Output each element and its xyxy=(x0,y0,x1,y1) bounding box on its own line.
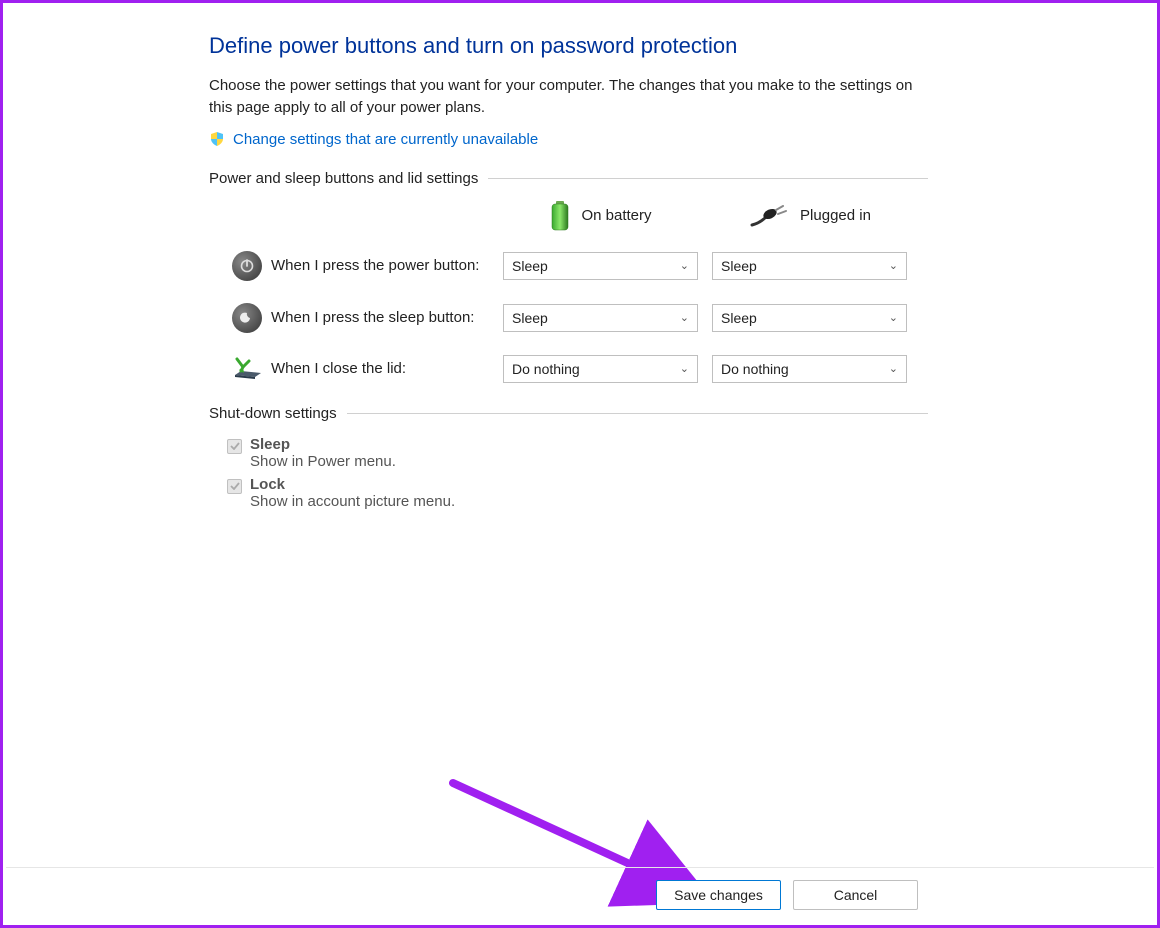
chevron-down-icon: ⌄ xyxy=(889,362,898,375)
select-value: Sleep xyxy=(721,310,757,326)
shutdown-sleep-desc: Show in Power menu. xyxy=(250,453,396,470)
plug-icon xyxy=(750,205,788,227)
select-value: Do nothing xyxy=(512,361,580,377)
chevron-down-icon: ⌄ xyxy=(680,311,689,324)
change-unavailable-settings-link[interactable]: Change settings that are currently unava… xyxy=(233,131,538,148)
divider xyxy=(488,178,928,179)
sleep-button-icon xyxy=(223,303,271,333)
page-description: Choose the power settings that you want … xyxy=(209,75,928,119)
column-plugged: Plugged in xyxy=(713,205,908,227)
battery-icon xyxy=(551,201,569,231)
sleep-button-label: When I press the sleep button: xyxy=(271,309,503,326)
row-power-button: When I press the power button: Sleep ⌄ S… xyxy=(209,251,928,281)
admin-link-row: Change settings that are currently unava… xyxy=(209,131,928,148)
row-close-lid: When I close the lid: Do nothing ⌄ Do no… xyxy=(209,355,928,383)
sleep-button-plugged-select[interactable]: Sleep ⌄ xyxy=(712,304,907,332)
close-lid-icon xyxy=(223,357,271,381)
chevron-down-icon: ⌄ xyxy=(889,259,898,272)
column-battery-label: On battery xyxy=(581,207,651,224)
sleep-button-battery-select[interactable]: Sleep ⌄ xyxy=(503,304,698,332)
section-shutdown-header: Shut-down settings xyxy=(209,405,928,422)
close-lid-label: When I close the lid: xyxy=(271,360,503,377)
select-value: Sleep xyxy=(721,258,757,274)
select-value: Sleep xyxy=(512,310,548,326)
column-headers: On battery Plugged in xyxy=(209,201,928,231)
chevron-down-icon: ⌄ xyxy=(680,362,689,375)
power-button-plugged-select[interactable]: Sleep ⌄ xyxy=(712,252,907,280)
shutdown-lock-title: Lock xyxy=(250,476,455,493)
row-sleep-button: When I press the sleep button: Sleep ⌄ S… xyxy=(209,303,928,333)
page-title: Define power buttons and turn on passwor… xyxy=(209,33,928,59)
shutdown-sleep-title: Sleep xyxy=(250,436,396,453)
select-value: Sleep xyxy=(512,258,548,274)
divider xyxy=(347,413,928,414)
section-power-header: Power and sleep buttons and lid settings xyxy=(209,170,928,187)
chevron-down-icon: ⌄ xyxy=(680,259,689,272)
power-button-icon xyxy=(223,251,271,281)
column-battery: On battery xyxy=(504,201,699,231)
uac-shield-icon xyxy=(209,131,225,147)
checkbox-disabled-icon xyxy=(227,479,242,494)
checkbox-disabled-icon xyxy=(227,439,242,454)
chevron-down-icon: ⌄ xyxy=(889,311,898,324)
section-shutdown-label: Shut-down settings xyxy=(209,405,337,422)
section-power-label: Power and sleep buttons and lid settings xyxy=(209,170,478,187)
close-lid-battery-select[interactable]: Do nothing ⌄ xyxy=(503,355,698,383)
power-button-battery-select[interactable]: Sleep ⌄ xyxy=(503,252,698,280)
column-plugged-label: Plugged in xyxy=(800,207,871,224)
shutdown-lock-desc: Show in account picture menu. xyxy=(250,493,455,510)
select-value: Do nothing xyxy=(721,361,789,377)
power-button-label: When I press the power button: xyxy=(271,257,503,274)
save-changes-button[interactable]: Save changes xyxy=(656,880,781,910)
cancel-button[interactable]: Cancel xyxy=(793,880,918,910)
shutdown-item-sleep: Sleep Show in Power menu. xyxy=(227,436,928,470)
close-lid-plugged-select[interactable]: Do nothing ⌄ xyxy=(712,355,907,383)
shutdown-item-lock: Lock Show in account picture menu. xyxy=(227,476,928,510)
footer: Save changes Cancel xyxy=(6,867,1154,922)
